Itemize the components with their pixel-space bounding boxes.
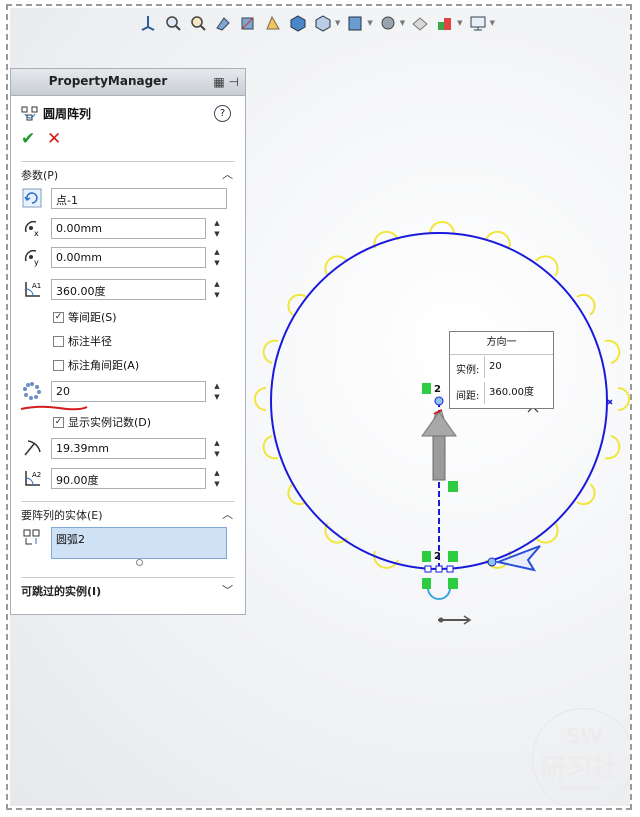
equal-spacing-label: 等间距(S) <box>68 311 117 324</box>
entities-selection-box[interactable]: 圆弧2 <box>51 527 227 559</box>
watermark-small-text: SolidWorks <box>558 784 602 793</box>
ok-button[interactable]: ✔ <box>21 129 35 149</box>
angle-row: A1 360.00度 ▲ ▼ <box>21 278 224 300</box>
svg-text:A2: A2 <box>32 471 41 479</box>
entities-section-title: 要阵列的实体(E) <box>21 509 103 522</box>
chevron-up-icon[interactable]: ︿ <box>222 166 233 182</box>
equal-spacing-checkbox[interactable]: ✓ 等间距(S) <box>53 309 117 325</box>
relation-vertical-icon <box>422 551 431 562</box>
pin-icon[interactable]: ▦ ⊣ <box>213 75 239 89</box>
end-point[interactable] <box>487 557 497 567</box>
property-manager-title: PropertyManager <box>48 74 168 88</box>
checkbox-unchecked[interactable] <box>53 359 64 371</box>
center-point-field[interactable]: 点-1 <box>51 187 227 209</box>
instance-count-icon <box>21 380 43 402</box>
direction-one-popup: 方向一 实例: 20 间距: 360.00度 <box>449 331 554 409</box>
params-section-title: 参数(P) <box>21 169 59 182</box>
center-x-icon: x <box>21 217 43 239</box>
cancel-button[interactable]: ✕ <box>47 129 61 149</box>
dim-radius-label: 标注半径 <box>68 335 112 348</box>
angle-field[interactable]: 360.00度 <box>51 278 206 300</box>
radius-field[interactable]: 19.39mm <box>51 437 206 459</box>
arc-angle-field[interactable]: 90.00度 <box>51 467 206 489</box>
dim-angle-label: 标注角间距(A) <box>68 359 140 372</box>
relation-vertical-icon <box>422 383 431 394</box>
center-point-row: 点-1 <box>21 187 227 209</box>
entities-row: 圆弧2 <box>21 527 227 559</box>
relation-coincident-icon <box>448 551 458 562</box>
relation-label: 2 <box>434 551 441 562</box>
property-manager-panel: PropertyManager ▦ ⊣ 圆周阵列 ? ✔ ✕ 参数(P) ︿ 点… <box>10 68 246 615</box>
center-x-row: x 0.00mm ▲ ▼ <box>21 217 224 239</box>
watermark-logo: SW <box>566 724 603 748</box>
dim-angle-checkbox[interactable]: 标注角间距(A) <box>53 357 139 373</box>
popup-spacing-field[interactable]: 360.00度 <box>484 382 550 404</box>
center-y-row: y 0.00mm ▲ ▼ <box>21 246 224 268</box>
instances-row: 20 ▲ ▼ <box>21 380 224 402</box>
arc-angle-icon: A2 <box>21 467 43 489</box>
arc-angle-spinner[interactable]: ▲ ▼ <box>210 468 224 489</box>
popup-spacing-label: 间距: <box>456 391 480 402</box>
center-point[interactable] <box>434 396 444 406</box>
radius-icon <box>21 437 43 459</box>
relation-vertical-icon <box>448 481 458 492</box>
feature-name: 圆周阵列 <box>43 107 92 121</box>
center-x-field[interactable]: 0.00mm <box>51 217 206 239</box>
entities-section-header[interactable]: 要阵列的实体(E) ︿ <box>21 501 235 525</box>
skip-section-title: 可跳过的实例(I) <box>21 585 102 598</box>
relation-coincident-icon <box>448 578 458 589</box>
center-y-spinner[interactable]: ▲ ▼ <box>210 247 224 268</box>
dim-radius-checkbox[interactable]: 标注半径 <box>53 333 112 349</box>
relation-coincident-icon <box>422 578 431 589</box>
skip-section-header[interactable]: 可跳过的实例(I) ﹀ <box>21 577 235 601</box>
pattern-angle-icon: A1 <box>21 278 43 300</box>
popup-instances-label: 实例: <box>456 365 480 376</box>
center-y-field[interactable]: 0.00mm <box>51 246 206 268</box>
show-count-label: 显示实例记数(D) <box>68 416 152 429</box>
radius-row: 19.39mm ▲ ▼ <box>21 437 224 459</box>
center-y-icon: y <box>21 246 43 268</box>
chevron-down-icon[interactable]: ﹀ <box>222 582 233 598</box>
rotate-reverse-icon[interactable] <box>21 187 43 209</box>
popup-instances-field[interactable]: 20 <box>484 356 550 378</box>
instances-spinner[interactable]: ▲ ▼ <box>210 381 224 402</box>
angle-spinner[interactable]: ▲ ▼ <box>210 279 224 300</box>
direction-arrow-shaft[interactable] <box>432 435 446 481</box>
seed-arc[interactable] <box>427 587 451 600</box>
checkbox-checked[interactable]: ✓ <box>53 311 64 323</box>
property-manager-header: PropertyManager ▦ ⊣ <box>11 69 245 96</box>
show-count-checkbox[interactable]: ✓ 显示实例记数(D) <box>53 414 151 430</box>
checkbox-unchecked[interactable] <box>53 335 64 347</box>
relation-label: 2 <box>434 384 441 395</box>
chevron-up-icon[interactable]: ︿ <box>222 506 233 522</box>
feature-heading: 圆周阵列 <box>21 105 91 122</box>
checkbox-checked[interactable]: ✓ <box>53 416 64 428</box>
svg-text:A1: A1 <box>32 282 41 290</box>
circular-pattern-icon <box>21 106 38 120</box>
instances-field[interactable]: 20 <box>51 380 206 402</box>
popup-title: 方向一 <box>450 332 553 355</box>
center-x-spinner[interactable]: ▲ ▼ <box>210 218 224 239</box>
help-icon[interactable]: ? <box>214 105 231 122</box>
svg-text:x: x <box>34 229 39 238</box>
sketch-entities-icon <box>21 527 43 549</box>
radius-spinner[interactable]: ▲ ▼ <box>210 438 224 459</box>
pattern-arcs <box>254 221 630 569</box>
svg-text:y: y <box>34 258 39 267</box>
watermark-text: 研习社 <box>540 754 619 784</box>
params-section-header[interactable]: 参数(P) ︿ <box>21 161 235 185</box>
resize-handle-icon[interactable] <box>136 559 143 566</box>
annotation-underline <box>20 405 88 411</box>
arc-angle-row: A2 90.00度 ▲ ▼ <box>21 467 224 489</box>
